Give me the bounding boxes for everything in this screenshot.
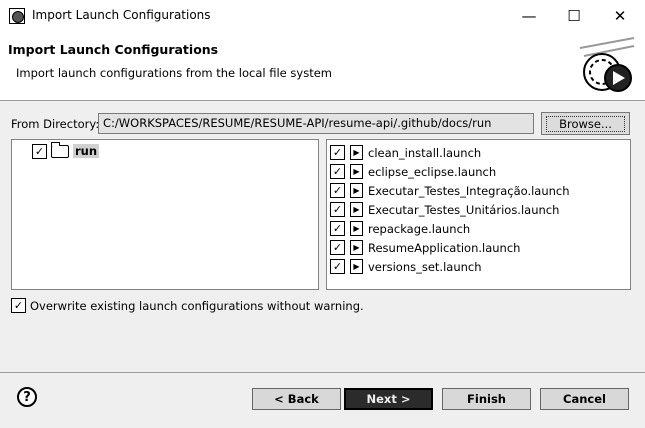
list-item[interactable]: ✓ ▶ versions_set.launch [330,257,628,276]
launch-file-checkbox[interactable]: ✓ [330,202,345,217]
banner-title: Import Launch Configurations [8,42,219,57]
browse-button-label: Browse... [546,115,625,132]
window-title: Import Launch Configurations [32,8,211,22]
minimize-button[interactable]: — [506,0,552,32]
launch-file-label: Executar_Testes_Integração.launch [368,183,570,198]
banner-description: Import launch configurations from the lo… [16,66,332,80]
from-directory-label: From Directory: [11,117,100,131]
back-button[interactable]: < Back [252,388,341,410]
finish-button[interactable]: Finish [442,388,531,410]
launch-file-icon: ▶ [350,240,363,255]
launch-file-checkbox[interactable]: ✓ [330,145,345,160]
tree-item-run[interactable]: ✓ run [32,141,100,159]
list-item[interactable]: ✓ ▶ ResumeApplication.launch [330,238,628,257]
launch-file-checkbox[interactable]: ✓ [330,183,345,198]
launch-file-label: clean_install.launch [368,145,482,160]
browse-button[interactable]: Browse... [541,112,630,135]
overwrite-option[interactable]: ✓ Overwrite existing launch configuratio… [11,298,364,313]
launch-file-label: eclipse_eclipse.launch [368,164,497,179]
cancel-button[interactable]: Cancel [540,388,629,410]
list-item[interactable]: ✓ ▶ Executar_Testes_Unitários.launch [330,200,628,219]
launch-file-checkbox[interactable]: ✓ [330,164,345,179]
app-icon [9,8,25,24]
list-item[interactable]: ✓ ▶ eclipse_eclipse.launch [330,162,628,181]
launch-file-label: Executar_Testes_Unitários.launch [368,202,560,217]
import-wizard-icon [579,37,635,92]
launch-file-list: ✓ ▶ clean_install.launch ✓ ▶ eclipse_ecl… [330,143,628,276]
launch-file-icon: ▶ [350,145,363,160]
launch-file-icon: ▶ [350,164,363,179]
launch-file-checkbox[interactable]: ✓ [330,240,345,255]
overwrite-label: Overwrite existing launch configurations… [30,298,364,313]
help-icon[interactable]: ? [17,387,37,407]
list-item[interactable]: ✓ ▶ repackage.launch [330,219,628,238]
maximize-button[interactable]: ☐ [551,0,597,32]
directory-tree-panel[interactable] [11,139,319,290]
launch-file-icon: ▶ [350,183,363,198]
overwrite-checkbox[interactable]: ✓ [11,298,26,313]
next-button[interactable]: Next > [344,388,433,410]
launch-file-icon: ▶ [350,259,363,274]
launch-file-checkbox[interactable]: ✓ [330,221,345,236]
launch-file-label: versions_set.launch [368,259,482,274]
launch-file-icon: ▶ [350,202,363,217]
close-button[interactable]: ✕ [597,0,643,32]
folder-icon [51,141,69,158]
from-directory-field[interactable]: C:/WORKSPACES/RESUME/RESUME-API/resume-a… [98,113,534,134]
wizard-banner: Import Launch Configurations Import laun… [0,32,645,99]
tree-item-checkbox[interactable]: ✓ [32,143,47,159]
list-item[interactable]: ✓ ▶ Executar_Testes_Integração.launch [330,181,628,200]
launch-file-checkbox[interactable]: ✓ [330,259,345,274]
list-item[interactable]: ✓ ▶ clean_install.launch [330,143,628,162]
launch-file-label: repackage.launch [368,221,471,236]
tree-item-label: run [73,144,100,158]
launch-file-label: ResumeApplication.launch [368,240,521,255]
launch-file-icon: ▶ [350,221,363,236]
